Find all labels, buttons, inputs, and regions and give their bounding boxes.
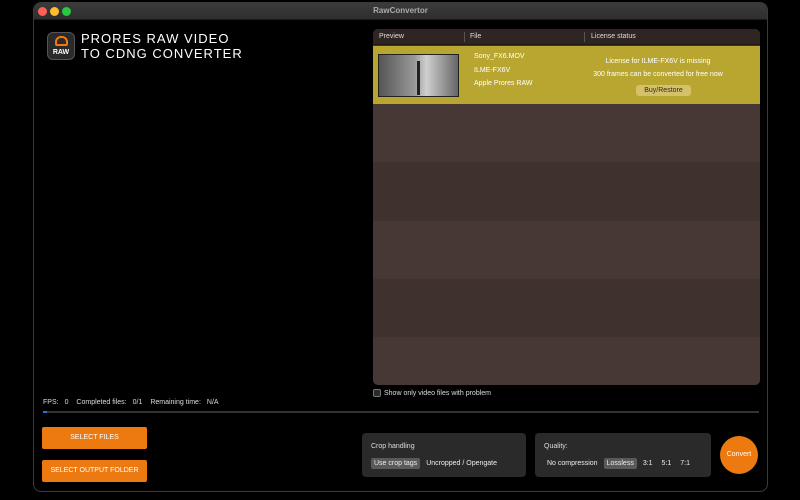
select-output-folder-button[interactable]: SELECT OUTPUT FOLDER bbox=[42, 460, 147, 482]
crop-option-use-crop-tags[interactable]: Use crop tags bbox=[371, 458, 421, 469]
app-logo-icon: RAW bbox=[47, 32, 75, 60]
empty-row bbox=[373, 163, 760, 221]
logo-text: RAW bbox=[52, 49, 70, 56]
app-window: RawConvertor RAW PRORES RAW VIDEO TO CDN… bbox=[33, 2, 768, 492]
quality-options: No compression Lossless 3:1 5:1 7:1 bbox=[544, 458, 693, 469]
conversion-progress-bar bbox=[43, 411, 759, 413]
camera-model: ILME-FX6V bbox=[474, 67, 511, 74]
header-file[interactable]: File bbox=[470, 33, 481, 40]
file-list[interactable]: Preview File License status Sony_FX6.MOV… bbox=[373, 29, 760, 385]
crop-handling-panel: Crop handling Use crop tags Uncropped / … bbox=[362, 433, 526, 477]
quality-label: Quality: bbox=[544, 443, 568, 450]
window-title: RawConvertor bbox=[373, 6, 428, 15]
completed-value: 0/1 bbox=[132, 399, 143, 406]
codec-name: Apple Prores RAW bbox=[474, 80, 533, 87]
convert-button[interactable]: Convert bbox=[720, 436, 758, 474]
title-bar: RawConvertor bbox=[34, 3, 767, 20]
select-files-button[interactable]: SELECT FILES bbox=[42, 427, 147, 449]
free-frames-message: 300 frames can be converted for free now bbox=[593, 71, 723, 78]
completed-label: Completed files: bbox=[76, 399, 127, 406]
problem-filter[interactable]: Show only video files with problem bbox=[373, 389, 491, 397]
list-header: Preview File License status bbox=[373, 29, 760, 45]
empty-row bbox=[373, 337, 760, 385]
quality-option-no-compression[interactable]: No compression bbox=[544, 458, 601, 469]
license-message: License for ILME-FX6V is missing bbox=[605, 58, 711, 65]
logo-mark bbox=[55, 36, 68, 46]
progress-fill bbox=[43, 411, 47, 413]
fps-label: FPS: bbox=[43, 399, 59, 406]
empty-row bbox=[373, 104, 760, 162]
preview-thumbnail bbox=[378, 54, 459, 97]
app-name: PRORES RAW VIDEO TO CDNG CONVERTER bbox=[81, 31, 243, 61]
crop-handling-label: Crop handling bbox=[371, 443, 415, 450]
app-name-line1: PRORES RAW VIDEO bbox=[81, 31, 230, 46]
app-name-line2: TO CDNG CONVERTER bbox=[81, 46, 243, 61]
quality-option-7-1[interactable]: 7:1 bbox=[677, 458, 693, 469]
header-license-status[interactable]: License status bbox=[591, 33, 636, 40]
quality-panel: Quality: No compression Lossless 3:1 5:1… bbox=[535, 433, 711, 477]
column-separator bbox=[584, 32, 585, 42]
quality-option-lossless[interactable]: Lossless bbox=[603, 458, 637, 469]
table-row[interactable]: Sony_FX6.MOV ILME-FX6V Apple Prores RAW … bbox=[373, 46, 760, 104]
empty-row bbox=[373, 221, 760, 279]
file-name: Sony_FX6.MOV bbox=[474, 53, 525, 60]
remaining-label: Remaining time: bbox=[150, 399, 201, 406]
empty-row bbox=[373, 279, 760, 337]
quality-option-5-1[interactable]: 5:1 bbox=[659, 458, 675, 469]
header-preview[interactable]: Preview bbox=[379, 33, 404, 40]
status-line: FPS: 0 Completed files: 0/1 Remaining time… bbox=[43, 399, 225, 406]
column-separator bbox=[464, 32, 465, 42]
fps-value: 0 bbox=[64, 399, 69, 406]
crop-option-uncropped[interactable]: Uncropped / Opengate bbox=[423, 458, 500, 469]
buy-restore-button[interactable]: Buy/Restore bbox=[636, 85, 691, 96]
problem-filter-checkbox[interactable] bbox=[373, 389, 381, 397]
remaining-value: N/A bbox=[206, 399, 219, 406]
crop-handling-options: Use crop tags Uncropped / Opengate bbox=[371, 458, 500, 469]
thumbnail-detail bbox=[417, 61, 420, 95]
quality-option-3-1[interactable]: 3:1 bbox=[640, 458, 656, 469]
problem-filter-label: Show only video files with problem bbox=[384, 389, 491, 397]
